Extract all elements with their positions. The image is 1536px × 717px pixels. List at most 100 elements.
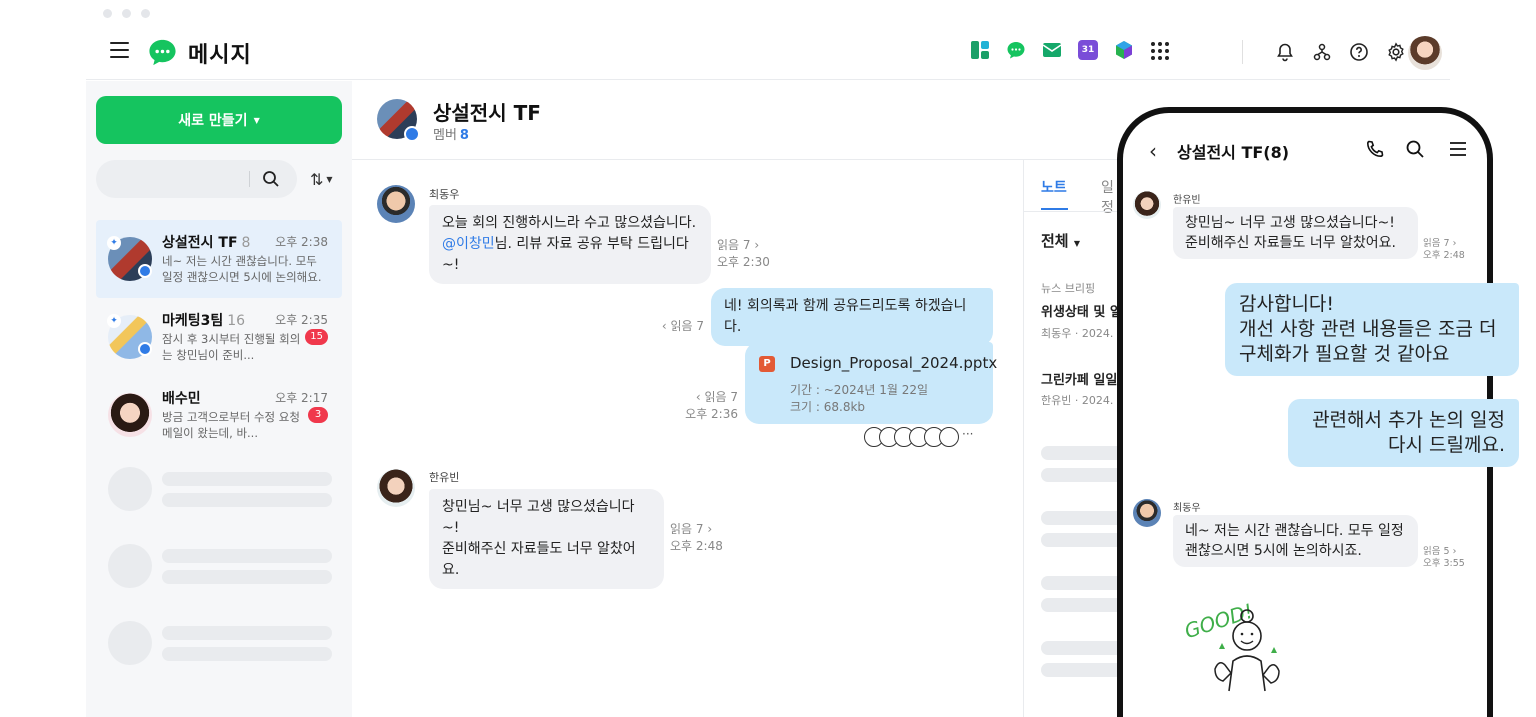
reaction-avatars[interactable]: ··· — [864, 427, 973, 447]
calendar-icon[interactable]: 31 — [1078, 40, 1098, 60]
message-text: 괜찮으시면 5시에 논의하시죠. — [1185, 543, 1362, 559]
message-sender: 한유빈 — [1173, 195, 1201, 206]
note-title[interactable]: 위생상태 및 일 — [1041, 301, 1122, 320]
mobile-chat-title: 상설전시 TF(8) — [1177, 143, 1290, 162]
back-icon[interactable]: ‹ — [1149, 139, 1157, 163]
chat-list-item[interactable]: 배수민 오후 2:17 방금 고객으로부터 수정 요청 메일이 왔는데, 바..… — [96, 376, 342, 454]
message-text: @이창민님. 리뷰 자료 공유 부탁 드립니다~! — [442, 236, 689, 273]
file-attachment[interactable]: P Design_Proposal_2024.pptx 기간 : ~2024년 … — [745, 342, 997, 424]
app-window: 메시지 31 새로 만들기 ▼ ⇅ ▼ ✦ 상설전시 TF 8 오후 2:38 … — [0, 0, 1536, 717]
message-sender: 최동우 — [1173, 503, 1201, 514]
chat-time: 오후 2:17 — [275, 391, 328, 405]
message-sender: 최동우 — [429, 188, 460, 201]
read-receipt[interactable]: 읽음 5 › — [1423, 546, 1465, 558]
tab-note[interactable]: 노트 — [1041, 177, 1067, 197]
message-bubble[interactable]: 관련해서 추가 논의 일정 다시 드릴께요. — [1288, 399, 1519, 467]
menu-icon[interactable] — [1448, 139, 1468, 159]
message-meta: ‹ 읽음 7 오후 2:36 — [662, 389, 738, 423]
loading-placeholder — [1041, 468, 1123, 482]
window-dot-close[interactable] — [103, 9, 112, 18]
chat-preview: 잠시 후 3시부터 진행될 회의는 창민님이 준비... — [162, 332, 301, 362]
message-text: 창민님~ 너무 고생 많으셨습니다~! — [1185, 215, 1395, 231]
app-launcher-bar: 31 — [970, 40, 1170, 60]
message-text: 네! 회의록과 함께 공유드리도록 하겠습니다. — [724, 298, 967, 335]
chat-title: 상설전시 TF — [433, 101, 541, 125]
chat-list-item[interactable]: ✦ 마케팅3팀 16 오후 2:35 잠시 후 3시부터 진행될 회의는 창민님이… — [96, 298, 342, 376]
more-reactions: ··· — [962, 427, 974, 441]
sidebar: 새로 만들기 ▼ ⇅ ▼ ✦ 상설전시 TF 8 오후 2:38 네~ 저는 시간 … — [86, 81, 352, 717]
message-text: 다시 드릴께요. — [1388, 434, 1505, 456]
read-receipt[interactable]: 읽음 7 › — [1423, 238, 1465, 250]
read-receipt[interactable]: 읽음 7 › — [670, 521, 723, 538]
sort-button[interactable]: ⇅ ▼ — [310, 170, 333, 189]
note-tag: 뉴스 브리핑 — [1041, 282, 1096, 295]
read-receipt[interactable]: ‹ 읽음 7 — [662, 389, 738, 406]
file-name: Design_Proposal_2024.pptx — [790, 354, 998, 372]
read-receipt[interactable]: ‹ 읽음 7 — [642, 318, 704, 335]
message-app-icon[interactable] — [1006, 40, 1026, 60]
message-bubble[interactable]: 감사합니다! 개선 사항 관련 내용들은 조금 더 구체화가 필요할 것 같아요 — [1225, 283, 1519, 376]
filter-dropdown[interactable]: 전체 ▼ — [1041, 230, 1080, 251]
mail-icon[interactable] — [1042, 40, 1062, 60]
calendar-day: 31 — [1081, 45, 1095, 55]
search-icon[interactable] — [261, 169, 281, 189]
user-avatar — [1133, 191, 1161, 219]
unread-badge: 3 — [308, 407, 328, 423]
top-bar: 메시지 31 — [86, 26, 1450, 80]
user-avatar — [108, 393, 152, 437]
message-text: 감사합니다! — [1239, 293, 1335, 315]
layout-icon[interactable] — [970, 40, 990, 60]
note-meta: 한유빈 · 2024. — [1041, 394, 1114, 407]
caret-down-icon: ▼ — [1073, 239, 1080, 248]
utility-tools — [1275, 42, 1406, 62]
message-time: 오후 2:30 — [717, 255, 770, 269]
chat-time: 오후 2:38 — [275, 235, 328, 249]
chat-list-item[interactable]: ✦ 상설전시 TF 8 오후 2:38 네~ 저는 시간 괜찮습니다. 모두 일정… — [96, 220, 342, 298]
chat-name: 마케팅3팀 16 — [162, 313, 246, 329]
good-sticker[interactable]: GOOD! — [1179, 591, 1299, 701]
bell-icon[interactable] — [1275, 42, 1295, 62]
profile-avatar[interactable] — [1408, 36, 1442, 70]
message-bubble[interactable]: 오늘 회의 진행하시느라 수고 많으셨습니다. @이창민님. 리뷰 자료 공유 … — [429, 205, 711, 284]
new-chat-label: 새로 만들기 — [178, 113, 248, 129]
search-input[interactable] — [96, 160, 297, 198]
message-bubble[interactable]: 네~ 저는 시간 괜찮습니다. 모두 일정 괜찮으시면 5시에 논의하시죠. — [1173, 515, 1418, 567]
message-bubble[interactable]: 창민님~ 너무 고생 많으셨습니다~! 준비해주신 자료들도 너무 알찼어요. — [429, 489, 664, 589]
note-meta: 최동우 · 2024. — [1041, 327, 1114, 340]
mention-link[interactable]: @이창민 — [442, 236, 495, 252]
group-icon — [138, 264, 152, 278]
message-text: 구체화가 필요할 것 같아요 — [1239, 343, 1450, 365]
read-receipt[interactable]: 읽음 7 › — [717, 237, 770, 254]
window-dot-minimize[interactable] — [122, 9, 131, 18]
drive-icon[interactable] — [1114, 40, 1134, 60]
chat-time: 오후 2:35 — [275, 313, 328, 327]
menu-icon[interactable] — [110, 42, 129, 58]
phone-call-icon[interactable] — [1365, 139, 1385, 159]
message-text: 개선 사항 관련 내용들은 조금 더 — [1239, 318, 1497, 340]
message-meta: 읽음 5 › 오후 3:55 — [1423, 546, 1465, 570]
gear-icon[interactable] — [1386, 42, 1406, 62]
message-text: 관련해서 추가 논의 일정 — [1312, 409, 1505, 431]
message-bubble[interactable]: 네! 회의록과 함께 공유드리도록 하겠습니다. — [711, 288, 993, 346]
message-text: 네~ 저는 시간 괜찮습니다. 모두 일정 — [1185, 523, 1404, 539]
group-avatar — [377, 99, 420, 142]
window-dot-maximize[interactable] — [141, 9, 150, 18]
new-chat-button[interactable]: 새로 만들기 ▼ — [96, 96, 342, 144]
note-title[interactable]: 그린카페 일일 — [1041, 369, 1117, 388]
chat-preview: 방금 고객으로부터 수정 요청 메일이 왔는데, 바... — [162, 410, 300, 440]
help-icon[interactable] — [1349, 42, 1369, 62]
mobile-preview: ‹ 상설전시 TF(8) 한유빈 창민님~ 너무 고생 많으셨습니다~! 준비해… — [1117, 107, 1519, 717]
message-meta: 읽음 7 › 오후 2:48 — [670, 521, 723, 555]
message-text: 준비해주신 자료들도 너무 알찼어요. — [442, 541, 636, 578]
message-meta: 읽음 7 › 오후 2:30 — [717, 237, 770, 271]
app-grid-icon[interactable] — [1150, 40, 1170, 60]
pin-icon: ✦ — [107, 236, 121, 250]
chat-name: 배수민 — [162, 391, 201, 407]
search-icon[interactable] — [1405, 139, 1425, 159]
message-bubble[interactable]: 창민님~ 너무 고생 많으셨습니다~! 준비해주신 자료들도 너무 알찼어요. — [1173, 207, 1418, 259]
org-chart-icon[interactable] — [1312, 42, 1332, 62]
loading-placeholder — [1041, 663, 1123, 677]
toolbar-divider — [1242, 40, 1243, 64]
message-sender: 한유빈 — [429, 471, 460, 484]
member-count[interactable]: 멤버 8 — [433, 124, 469, 143]
